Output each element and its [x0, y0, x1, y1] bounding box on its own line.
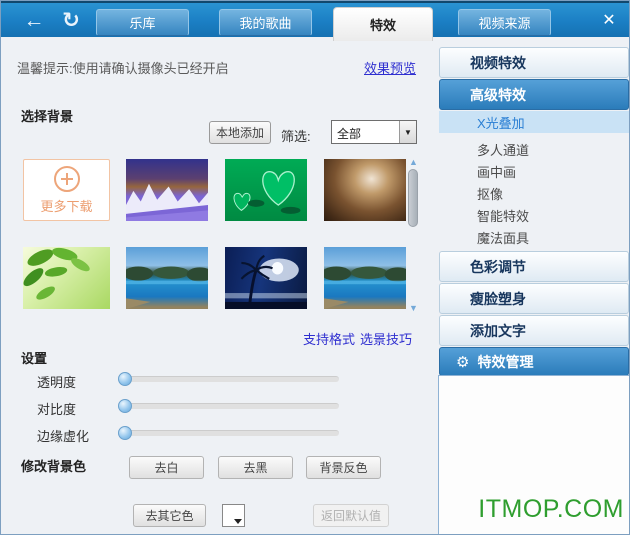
- leaves-art: [23, 247, 110, 309]
- opacity-label: 透明度: [37, 372, 76, 391]
- thumbnail-sepia-blur[interactable]: [324, 159, 406, 221]
- contrast-slider-handle[interactable]: [118, 399, 132, 413]
- tab-my-songs[interactable]: 我的歌曲: [219, 9, 312, 36]
- tab-video-source[interactable]: 视频来源: [458, 9, 551, 36]
- supported-formats-link[interactable]: 支持格式: [303, 329, 355, 348]
- scroll-up-icon[interactable]: ▲: [408, 157, 419, 167]
- modify-bg-color-label: 修改背景色: [21, 456, 86, 475]
- camera-notice-text: 温馨提示:使用请确认摄像头已经开启: [17, 58, 229, 77]
- sidebar-item-add-text[interactable]: 添加文字: [439, 315, 629, 346]
- mountain-art: [126, 159, 208, 221]
- filter-dropdown[interactable]: 全部 ▼: [331, 120, 417, 144]
- thumbnail-night-palm[interactable]: [225, 247, 307, 309]
- color-picker-swatch[interactable]: [222, 504, 245, 527]
- effects-window: ← ↻ 乐库 我的歌曲 特效 视频来源 ✕ 温馨提示:使用请确认摄像头已经开启 …: [0, 0, 630, 535]
- effects-manage-label: 特效管理: [477, 352, 533, 372]
- invert-bg-button[interactable]: 背景反色: [306, 456, 381, 479]
- more-download-button[interactable]: 更多下载: [23, 159, 110, 221]
- chevron-down-icon[interactable]: ▼: [399, 121, 416, 143]
- lake-art: [126, 247, 208, 309]
- remove-other-color-button[interactable]: 去其它色: [133, 504, 206, 527]
- tab-music-library[interactable]: 乐库: [96, 9, 189, 36]
- more-download-label: 更多下载: [40, 196, 92, 215]
- local-add-button[interactable]: 本地添加: [209, 121, 271, 144]
- thumbnail-purple-mountain[interactable]: [126, 159, 208, 221]
- opacity-slider[interactable]: [119, 376, 339, 382]
- reset-default-button[interactable]: 返回默认值: [313, 504, 389, 527]
- back-icon[interactable]: ←: [19, 7, 49, 35]
- lake-art: [324, 247, 406, 309]
- scene-tips-link[interactable]: 选景技巧: [360, 329, 412, 348]
- thumbnail-green-leaves[interactable]: [23, 247, 110, 309]
- night-palm-art: [225, 247, 307, 309]
- settings-title: 设置: [21, 348, 47, 367]
- thumbnail-green-hearts[interactable]: [225, 159, 307, 221]
- top-toolbar: ← ↻ 乐库 我的歌曲 特效 视频来源 ✕: [1, 1, 630, 37]
- opacity-slider-handle[interactable]: [118, 372, 132, 386]
- refresh-icon[interactable]: ↻: [56, 7, 86, 35]
- watermark-text: ITMOP.COM: [478, 495, 624, 524]
- sidebar-item-video-effects[interactable]: 视频特效: [439, 47, 629, 78]
- sidebar-item-advanced-effects[interactable]: 高级特效: [439, 79, 629, 110]
- sidebar-subitem-pip[interactable]: 画中画: [439, 160, 629, 182]
- filter-dropdown-value: 全部: [332, 121, 399, 143]
- gear-icon: ⚙: [456, 353, 469, 371]
- choose-background-title: 选择背景: [21, 106, 73, 125]
- effect-preview-link[interactable]: 效果预览: [364, 58, 416, 77]
- scroll-down-icon[interactable]: ▼: [408, 303, 419, 313]
- thumbnail-lake-1[interactable]: [126, 247, 208, 309]
- sidebar-item-effects-manage[interactable]: ⚙ 特效管理: [439, 347, 629, 376]
- sidebar-subitem-magic-mask[interactable]: 魔法面具: [439, 226, 629, 248]
- sidebar-subitem-xray-overlay[interactable]: X光叠加: [439, 111, 629, 133]
- thumbnail-lake-2[interactable]: [324, 247, 406, 309]
- edge-blur-label: 边缘虚化: [37, 426, 89, 445]
- sidebar-item-face-slim[interactable]: 瘦脸塑身: [439, 283, 629, 314]
- tab-effects[interactable]: 特效: [333, 7, 433, 41]
- remove-black-button[interactable]: 去黑: [218, 456, 293, 479]
- plus-icon: [54, 166, 80, 192]
- edge-blur-slider[interactable]: [119, 430, 339, 436]
- sidebar-subitem-matting[interactable]: 抠像: [439, 182, 629, 204]
- sidebar-subitem-smart-effects[interactable]: 智能特效: [439, 204, 629, 226]
- filter-label: 筛选:: [281, 126, 311, 145]
- sidebar-item-color-adjust[interactable]: 色彩调节: [439, 251, 629, 282]
- scrollbar-thumb[interactable]: [408, 169, 418, 227]
- contrast-label: 对比度: [37, 399, 76, 418]
- hearts-art: [225, 159, 307, 221]
- close-icon[interactable]: ✕: [597, 9, 621, 33]
- remove-white-button[interactable]: 去白: [129, 456, 204, 479]
- sidebar-subitem-multi-channel[interactable]: 多人通道: [439, 138, 629, 160]
- contrast-slider[interactable]: [119, 403, 339, 409]
- thumbnail-scrollbar[interactable]: ▲ ▼: [407, 157, 420, 313]
- edge-blur-slider-handle[interactable]: [118, 426, 132, 440]
